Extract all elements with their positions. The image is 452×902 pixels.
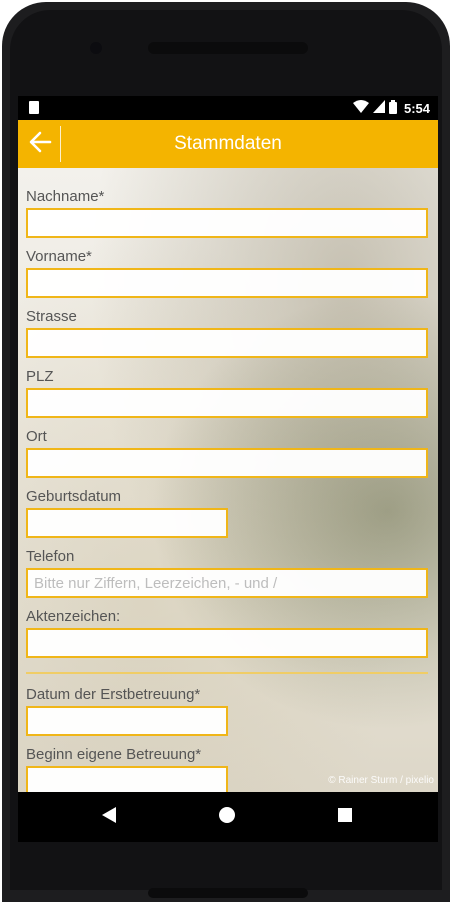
strasse-input[interactable] xyxy=(26,328,428,358)
status-bar: 5:54 xyxy=(18,96,438,120)
background-credit: © Rainer Sturm / pixelio xyxy=(328,775,434,786)
label-nachname: Nachname* xyxy=(26,188,105,205)
nachname-input[interactable] xyxy=(26,208,428,238)
label-telefon: Telefon xyxy=(26,548,75,565)
label-strasse: Strasse xyxy=(26,308,77,325)
signal-icon xyxy=(372,100,385,116)
eigene-betreuung-date-input[interactable] xyxy=(26,766,228,792)
plz-input[interactable] xyxy=(26,388,428,418)
home-circle-icon xyxy=(218,806,236,829)
label-eigene-betreuung: Beginn eigene Betreuung* xyxy=(26,746,202,763)
wifi-icon xyxy=(352,100,369,116)
status-time: 5:54 xyxy=(403,100,430,116)
label-aktenzeichen: Aktenzeichen: xyxy=(26,608,121,625)
recents-square-icon xyxy=(337,807,353,828)
label-geburtsdatum: Geburtsdatum xyxy=(26,488,122,505)
vorname-input[interactable] xyxy=(26,268,428,298)
app-bar: Stammdaten xyxy=(18,120,438,168)
erstbetreuung-date-input[interactable] xyxy=(26,706,228,736)
section-divider xyxy=(26,672,428,674)
status-indicators: 5:54 xyxy=(352,99,430,117)
nav-back-button[interactable] xyxy=(84,792,134,842)
battery-icon xyxy=(388,99,397,117)
nav-recents-button[interactable] xyxy=(320,792,370,842)
label-plz: PLZ xyxy=(26,368,54,385)
back-triangle-icon xyxy=(101,806,117,829)
label-vorname: Vorname* xyxy=(26,248,92,265)
label-erstbetreuung: Datum der Erstbetreuung* xyxy=(26,686,201,703)
bottom-speaker xyxy=(148,888,308,898)
ort-input[interactable] xyxy=(26,448,428,478)
system-nav-bar xyxy=(18,792,438,842)
front-camera xyxy=(90,42,102,54)
sim-card-icon xyxy=(29,101,39,114)
label-ort: Ort xyxy=(26,428,47,445)
earpiece-speaker xyxy=(148,42,308,54)
telefon-input[interactable] xyxy=(26,568,428,598)
aktenzeichen-input[interactable] xyxy=(26,628,428,658)
form-content: Nachname* Vorname* Strasse PLZ Ort Gebur… xyxy=(18,168,438,792)
geburtsdatum-input[interactable] xyxy=(26,508,228,538)
device-screen: 5:54 Stammdaten Nachname* Vorname* Stras… xyxy=(18,96,438,842)
page-title: Stammdaten xyxy=(174,133,282,154)
nav-home-button[interactable] xyxy=(202,792,252,842)
